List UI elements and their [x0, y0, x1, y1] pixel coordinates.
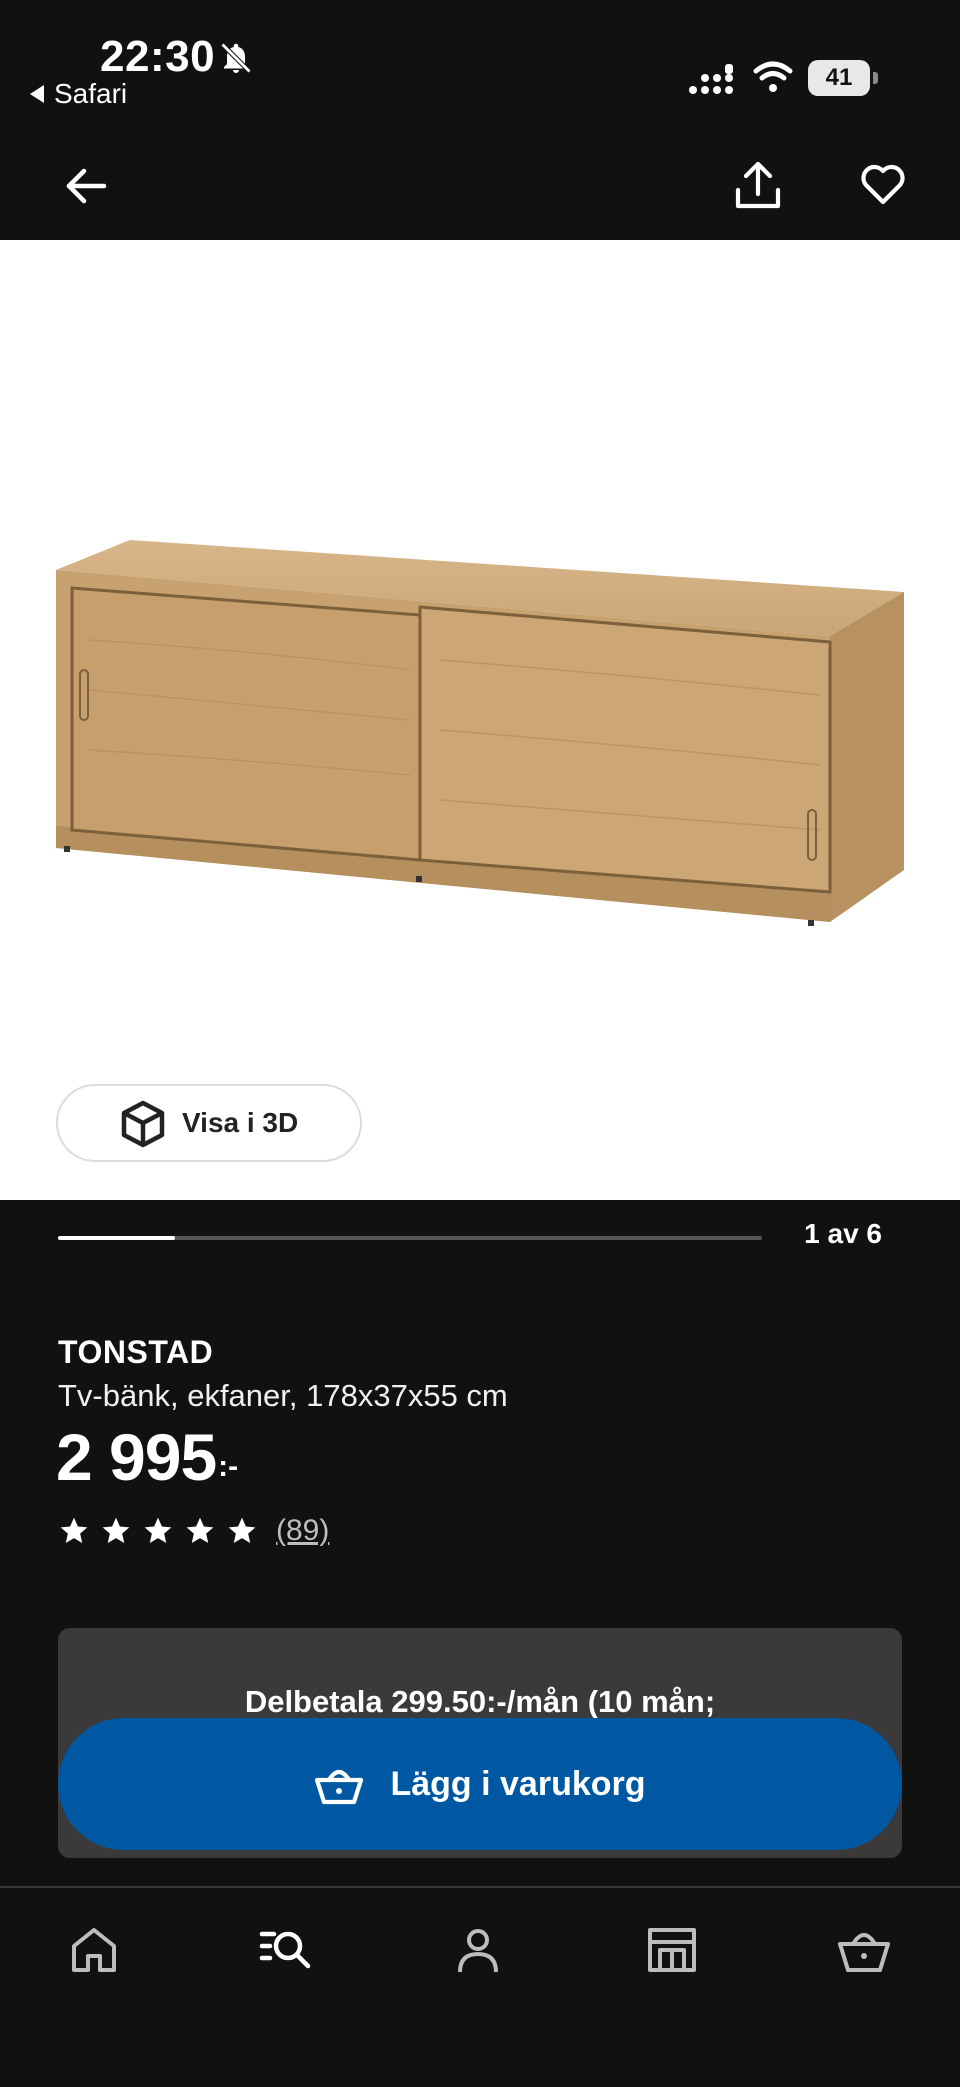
- bell-muted-icon: [220, 42, 252, 74]
- battery-indicator: 41: [808, 60, 878, 96]
- installment-text: Delbetala 299.50:-/mån (10 mån;: [244, 1684, 716, 1719]
- home-icon[interactable]: [66, 1922, 122, 1978]
- gallery-page-indicator: 1 av 6: [804, 1218, 882, 1249]
- status-bar: 22:30 Safari 41: [0, 0, 960, 130]
- search-icon[interactable]: [258, 1922, 314, 1978]
- battery-level: 41: [808, 60, 870, 96]
- cube-3d-icon: [121, 1100, 165, 1148]
- profile-icon[interactable]: [450, 1922, 506, 1978]
- app-header: [0, 130, 960, 240]
- status-back-label: Safari: [54, 78, 128, 109]
- status-back-to-app[interactable]: Safari: [30, 78, 127, 110]
- cellular-signal-icon: [689, 64, 733, 94]
- add-to-cart-label: Lägg i varukorg: [390, 1764, 646, 1803]
- status-time: 22:30: [100, 32, 216, 81]
- star-icon: [186, 1517, 214, 1543]
- price-suffix: :-: [218, 1450, 239, 1483]
- back-triangle-icon: [30, 85, 44, 103]
- review-count[interactable]: (89): [276, 1514, 329, 1548]
- view-3d-label: Visa i 3D: [182, 1107, 299, 1138]
- star-icon: [60, 1517, 88, 1543]
- product-image-gallery[interactable]: Visa i 3D: [0, 240, 960, 1200]
- star-icon: [144, 1517, 172, 1543]
- star-icon: [228, 1517, 256, 1543]
- product-price: 2 995 :-: [56, 1424, 238, 1490]
- view-3d-button[interactable]: Visa i 3D: [56, 1084, 362, 1162]
- price-amount: 2 995: [56, 1420, 217, 1494]
- share-icon[interactable]: [732, 160, 784, 212]
- star-icon: [102, 1517, 130, 1543]
- store-icon[interactable]: [644, 1922, 700, 1978]
- bottom-nav: [0, 1886, 960, 2087]
- heart-icon[interactable]: [860, 162, 906, 208]
- wifi-icon: [753, 61, 793, 92]
- add-to-cart-button[interactable]: Lägg i varukorg: [58, 1718, 902, 1850]
- shopping-basket-icon: [315, 1769, 364, 1805]
- product-rating[interactable]: (89): [58, 1514, 329, 1548]
- back-arrow-icon[interactable]: [64, 164, 108, 208]
- product-image: [56, 540, 904, 926]
- product-description: Tv-bänk, ekfaner, 178x37x55 cm: [58, 1378, 508, 1413]
- product-name: TONSTAD: [58, 1334, 214, 1370]
- cart-icon[interactable]: [836, 1922, 892, 1978]
- gallery-progress-fill: [58, 1236, 176, 1240]
- gallery-progress-bar: [58, 1236, 762, 1240]
